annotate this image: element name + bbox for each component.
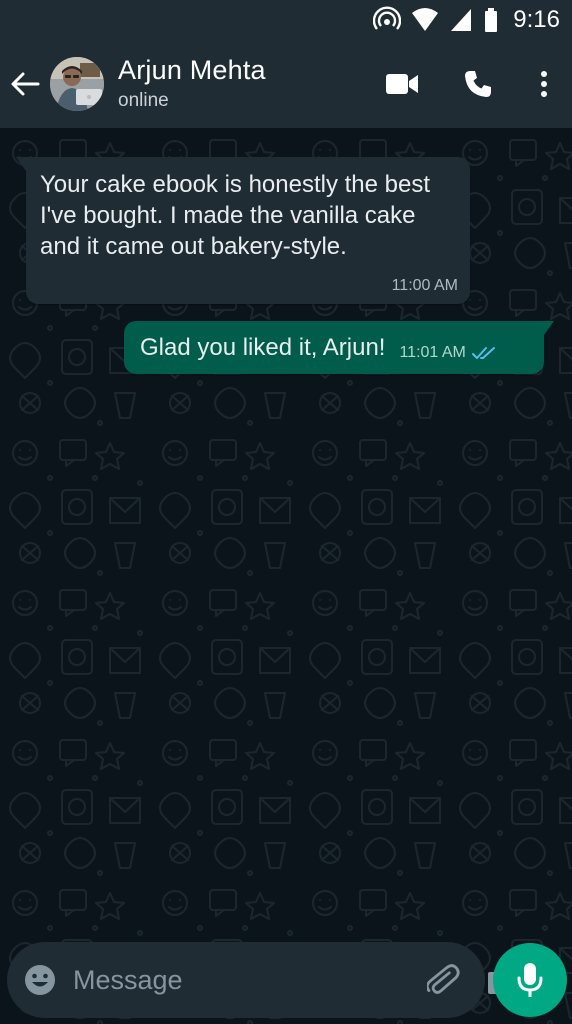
status-bar: 9:16 bbox=[0, 0, 572, 40]
message-composer bbox=[7, 942, 520, 1018]
phone-icon bbox=[465, 71, 491, 97]
header-actions bbox=[364, 40, 572, 128]
paperclip-icon bbox=[427, 964, 460, 994]
chat-area[interactable]: Your cake ebook is honestly the best I'v… bbox=[0, 128, 572, 1024]
voice-message-button[interactable] bbox=[493, 943, 567, 1017]
hotspot-icon bbox=[373, 6, 402, 30]
chat-header: Arjun Mehta online bbox=[0, 40, 572, 128]
contact-avatar[interactable] bbox=[50, 57, 104, 111]
outgoing-message-bubble[interactable]: Glad you liked it, Arjun! 11:01 AM bbox=[124, 321, 554, 374]
back-button[interactable] bbox=[0, 40, 50, 128]
outgoing-message-time: 11:01 AM bbox=[399, 343, 466, 361]
incoming-message-text: Your cake ebook is honestly the best I'v… bbox=[40, 171, 431, 260]
read-double-check-icon bbox=[471, 346, 495, 359]
video-call-button[interactable] bbox=[364, 40, 440, 128]
more-vertical-icon bbox=[541, 71, 547, 97]
arrow-left-icon bbox=[11, 72, 40, 96]
battery-icon bbox=[485, 8, 498, 32]
message-input[interactable] bbox=[73, 955, 427, 1005]
outgoing-message-meta: 11:01 AM bbox=[399, 344, 495, 362]
bubble-tail bbox=[16, 157, 26, 171]
more-options-button[interactable] bbox=[516, 40, 572, 128]
microphone-icon bbox=[517, 963, 543, 997]
avatar-photo bbox=[50, 57, 104, 111]
voice-call-button[interactable] bbox=[440, 40, 516, 128]
status-time: 9:16 bbox=[513, 6, 560, 33]
wifi-icon bbox=[412, 8, 439, 31]
contact-name: Arjun Mehta bbox=[118, 55, 266, 85]
cell-signal-icon bbox=[451, 9, 472, 31]
video-call-icon bbox=[386, 74, 418, 94]
emoji-icon bbox=[25, 965, 55, 995]
bubble-tail bbox=[544, 321, 554, 335]
emoji-button[interactable] bbox=[23, 960, 57, 1000]
chat-screen: 9:16 Arjun Mehta online Your cake ebook … bbox=[0, 0, 572, 1024]
contact-info[interactable]: Arjun Mehta online bbox=[118, 54, 364, 114]
contact-status: online bbox=[118, 90, 169, 111]
incoming-message-time: 11:00 AM bbox=[391, 277, 458, 294]
attach-button[interactable] bbox=[427, 960, 461, 1000]
incoming-message-bubble[interactable]: Your cake ebook is honestly the best I'v… bbox=[16, 157, 470, 304]
outgoing-message-text: Glad you liked it, Arjun! bbox=[140, 333, 386, 361]
